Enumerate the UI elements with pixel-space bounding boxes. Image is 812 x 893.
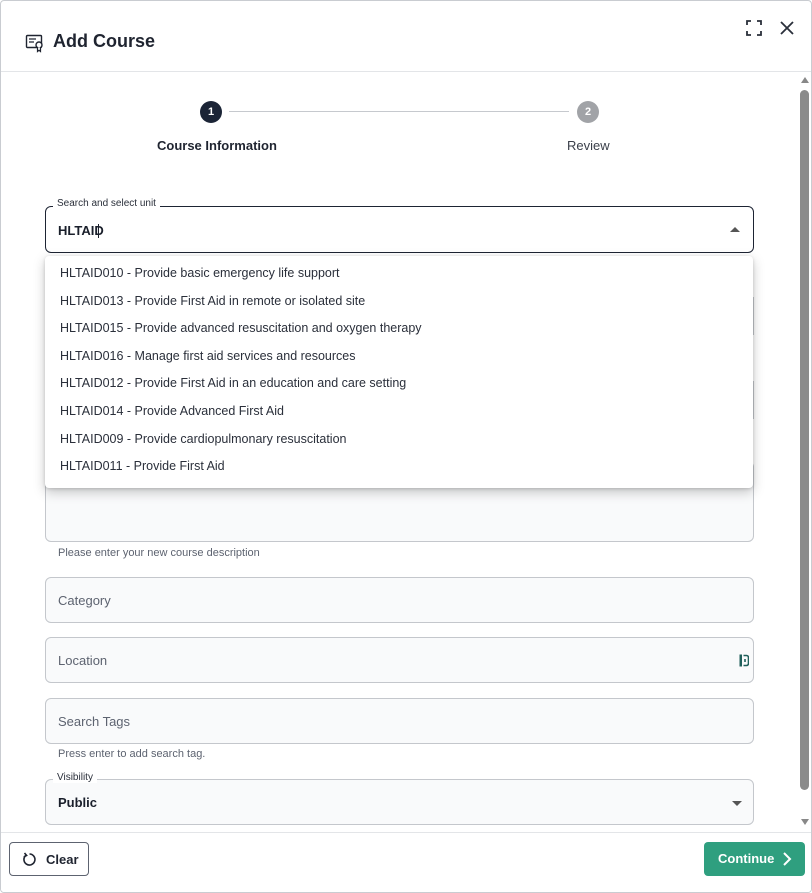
- step-1-indicator: 1: [200, 101, 222, 123]
- visibility-label: Visibility: [53, 772, 97, 783]
- scroll-up-arrow-icon[interactable]: [801, 77, 809, 83]
- clear-button[interactable]: Clear: [9, 842, 89, 876]
- unit-option[interactable]: HLTAID015 - Provide advanced resuscitati…: [45, 315, 753, 343]
- continue-button-label: Continue: [718, 851, 775, 866]
- unit-search-label: Search and select unit: [53, 198, 160, 209]
- add-course-dialog: Add Course 1 2 Course Information Review…: [0, 0, 812, 893]
- unit-option[interactable]: HLTAID012 - Provide First Aid in an educ…: [45, 370, 753, 398]
- visibility-select[interactable]: Public: [45, 779, 754, 825]
- step-1-label: Course Information: [157, 138, 277, 153]
- reset-icon: [23, 852, 36, 866]
- category-input[interactable]: Category: [45, 577, 754, 623]
- search-tags-helper-text: Press enter to add search tag.: [58, 748, 206, 760]
- unit-option[interactable]: HLTAID010 - Provide basic emergency life…: [45, 260, 753, 288]
- search-tags-input[interactable]: Search Tags: [45, 698, 754, 744]
- location-picker-icon[interactable]: [739, 654, 749, 667]
- stepper-connector: [229, 111, 569, 112]
- fullscreen-icon[interactable]: [745, 19, 763, 37]
- step-2-label: Review: [567, 138, 610, 153]
- location-placeholder: Location: [58, 653, 108, 668]
- search-tags-placeholder: Search Tags: [58, 714, 131, 729]
- dialog-header: Add Course: [1, 1, 811, 72]
- text-cursor: [98, 224, 99, 238]
- dialog-title: Add Course: [53, 31, 156, 51]
- unit-options-list: HLTAID010 - Provide basic emergency life…: [45, 256, 753, 488]
- step-2-indicator: 2: [577, 101, 599, 123]
- unit-option[interactable]: HLTAID009 - Provide cardiopulmonary resu…: [45, 426, 753, 454]
- unit-option[interactable]: HLTAID011 - Provide First Aid: [45, 453, 753, 481]
- dropdown-collapse-icon[interactable]: [730, 227, 740, 232]
- certificate-icon: [25, 34, 43, 53]
- close-icon[interactable]: [777, 18, 797, 38]
- clear-button-label: Clear: [46, 852, 79, 867]
- location-input[interactable]: Location: [45, 637, 754, 683]
- unit-option[interactable]: HLTAID014 - Provide Advanced First Aid: [45, 398, 753, 426]
- description-helper-text: Please enter your new course description: [58, 547, 260, 559]
- chevron-down-icon[interactable]: [732, 801, 742, 806]
- continue-button[interactable]: Continue: [704, 842, 805, 876]
- scrollbar-thumb[interactable]: [800, 90, 809, 790]
- category-placeholder: Category: [58, 593, 111, 608]
- unit-search-value: HLTAID: [58, 223, 104, 238]
- unit-option[interactable]: HLTAID016 - Manage first aid services an…: [45, 343, 753, 371]
- unit-option[interactable]: HLTAID013 - Provide First Aid in remote …: [45, 288, 753, 316]
- scroll-down-arrow-icon[interactable]: [801, 819, 809, 825]
- unit-search-input[interactable]: HLTAID: [45, 206, 754, 253]
- visibility-value: Public: [58, 795, 98, 810]
- scrollbar[interactable]: [800, 73, 810, 831]
- chevron-right-icon: [783, 852, 792, 866]
- dialog-footer: Clear Continue: [1, 832, 811, 892]
